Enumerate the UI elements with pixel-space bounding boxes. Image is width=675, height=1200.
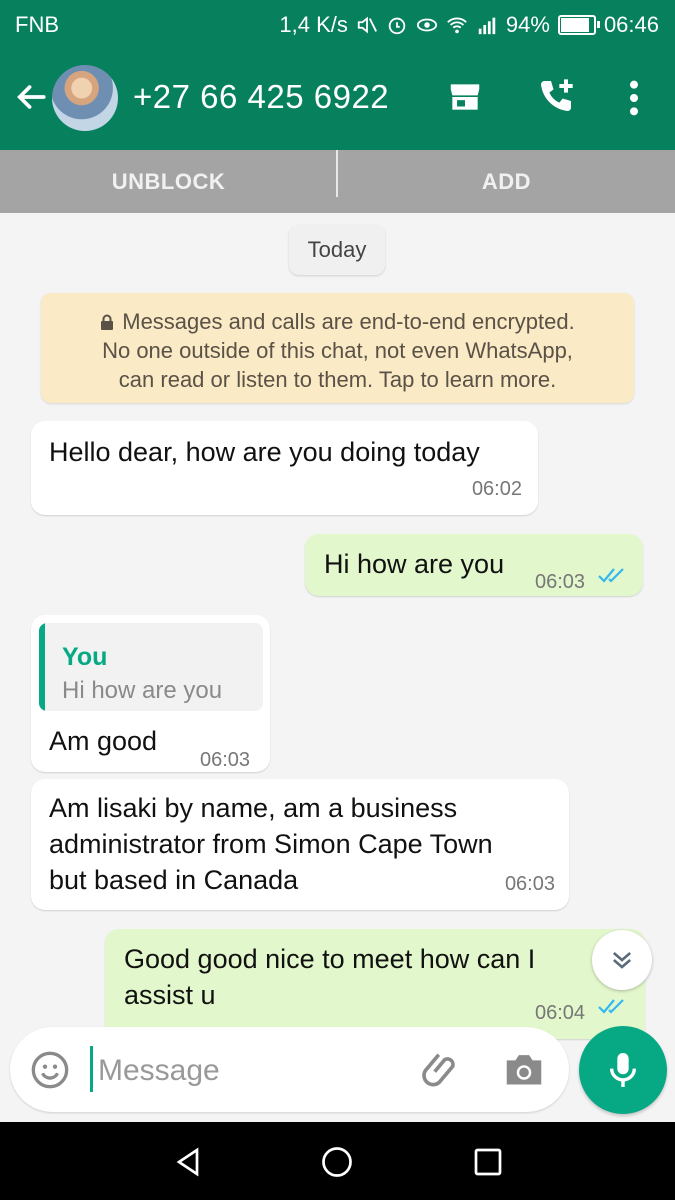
date-chip: Today — [289, 225, 385, 275]
message-text: Am good — [49, 726, 158, 756]
read-ticks-icon — [598, 568, 624, 583]
recents-square-icon[interactable] — [470, 1144, 506, 1180]
message-time: 06:03 — [200, 749, 251, 771]
encryption-line-1: Messages and calls are end-to-end encryp… — [41, 307, 634, 336]
message-bubble-incoming-reply[interactable]: You Hi how are you Am good 06:03 — [31, 615, 270, 772]
message-bubble-incoming[interactable]: Am lisaki by name, am a business adminis… — [31, 779, 569, 910]
mute-icon — [357, 16, 377, 34]
eye-icon — [416, 18, 437, 32]
message-input[interactable] — [96, 1050, 400, 1092]
unblock-button[interactable]: UNBLOCK — [0, 150, 337, 213]
message-time: 06:02 — [471, 478, 522, 500]
encryption-notice[interactable]: Messages and calls are end-to-end encryp… — [41, 293, 634, 403]
carrier-label: FNB — [15, 12, 59, 37]
message-text-line: assist u — [124, 980, 216, 1010]
battery-icon — [557, 15, 600, 35]
contact-name[interactable]: +27 66 425 6922 — [133, 78, 389, 116]
encryption-line-2: No one outside of this chat, not even Wh… — [102, 338, 573, 363]
attach-icon[interactable] — [420, 1049, 464, 1093]
add-call-icon[interactable] — [536, 76, 576, 116]
message-time: 06:04 — [535, 1002, 586, 1024]
message-text: Hi how are you — [324, 549, 505, 579]
network-speed: 1,4 K/s — [279, 12, 348, 37]
quote-text: Hi how are you — [62, 677, 223, 704]
clock: 06:46 — [603, 12, 659, 37]
message-text-line: Am lisaki by name, am a business — [49, 793, 458, 823]
encryption-line-3: can read or listen to them. Tap to learn… — [118, 367, 557, 392]
message-text-line: administrator from Simon Cape Town — [49, 829, 493, 859]
quote-author: You — [62, 643, 108, 671]
back-triangle-icon[interactable] — [170, 1144, 206, 1180]
block-actions-bar: UNBLOCK ADD — [0, 150, 675, 213]
read-ticks-icon — [598, 999, 624, 1014]
alarm-icon — [388, 17, 406, 35]
avatar[interactable] — [52, 65, 118, 131]
message-text-line: Good good nice to meet how can I — [124, 944, 536, 974]
message-bubble-incoming[interactable]: Hello dear, how are you doing today 06:0… — [31, 421, 538, 515]
chat-area[interactable]: Today Messages and calls are end-to-end … — [0, 213, 675, 1123]
message-time: 06:03 — [504, 873, 555, 895]
battery-percent: 94% — [505, 12, 550, 37]
quote-accent-bar — [39, 623, 45, 711]
quoted-message[interactable]: You Hi how are you — [39, 623, 263, 711]
scroll-to-bottom-button[interactable] — [592, 930, 652, 990]
add-contact-button[interactable]: ADD — [338, 150, 675, 213]
status-bar: FNB 1,4 K/s 94% 06:46 — [0, 0, 675, 48]
camera-icon[interactable] — [503, 1050, 545, 1088]
double-chevron-down-icon — [612, 952, 632, 969]
more-vert-icon[interactable] — [622, 78, 646, 118]
status-icons: 1,4 K/s 94% 06:46 — [279, 12, 659, 38]
signal-icon — [478, 17, 496, 35]
mic-button[interactable] — [579, 1026, 667, 1114]
message-bubble-outgoing[interactable]: Hi how are you 06:03 — [305, 534, 643, 596]
message-bubble-outgoing[interactable]: Good good nice to meet how can I assist … — [105, 929, 645, 1039]
back-arrow-icon[interactable] — [14, 80, 48, 114]
message-time: 06:03 — [535, 571, 586, 593]
chat-header: +27 66 425 6922 — [0, 48, 675, 150]
store-icon[interactable] — [446, 78, 484, 116]
message-text: Hello dear, how are you doing today — [49, 437, 480, 467]
text-cursor — [90, 1046, 93, 1092]
lock-icon — [101, 314, 114, 330]
home-circle-icon[interactable] — [319, 1144, 355, 1180]
wifi-icon — [447, 17, 467, 34]
emoji-icon[interactable] — [30, 1050, 70, 1090]
mic-icon — [609, 1053, 637, 1087]
message-text-line: but based in Canada — [49, 865, 299, 895]
system-nav-bar — [0, 1122, 675, 1200]
